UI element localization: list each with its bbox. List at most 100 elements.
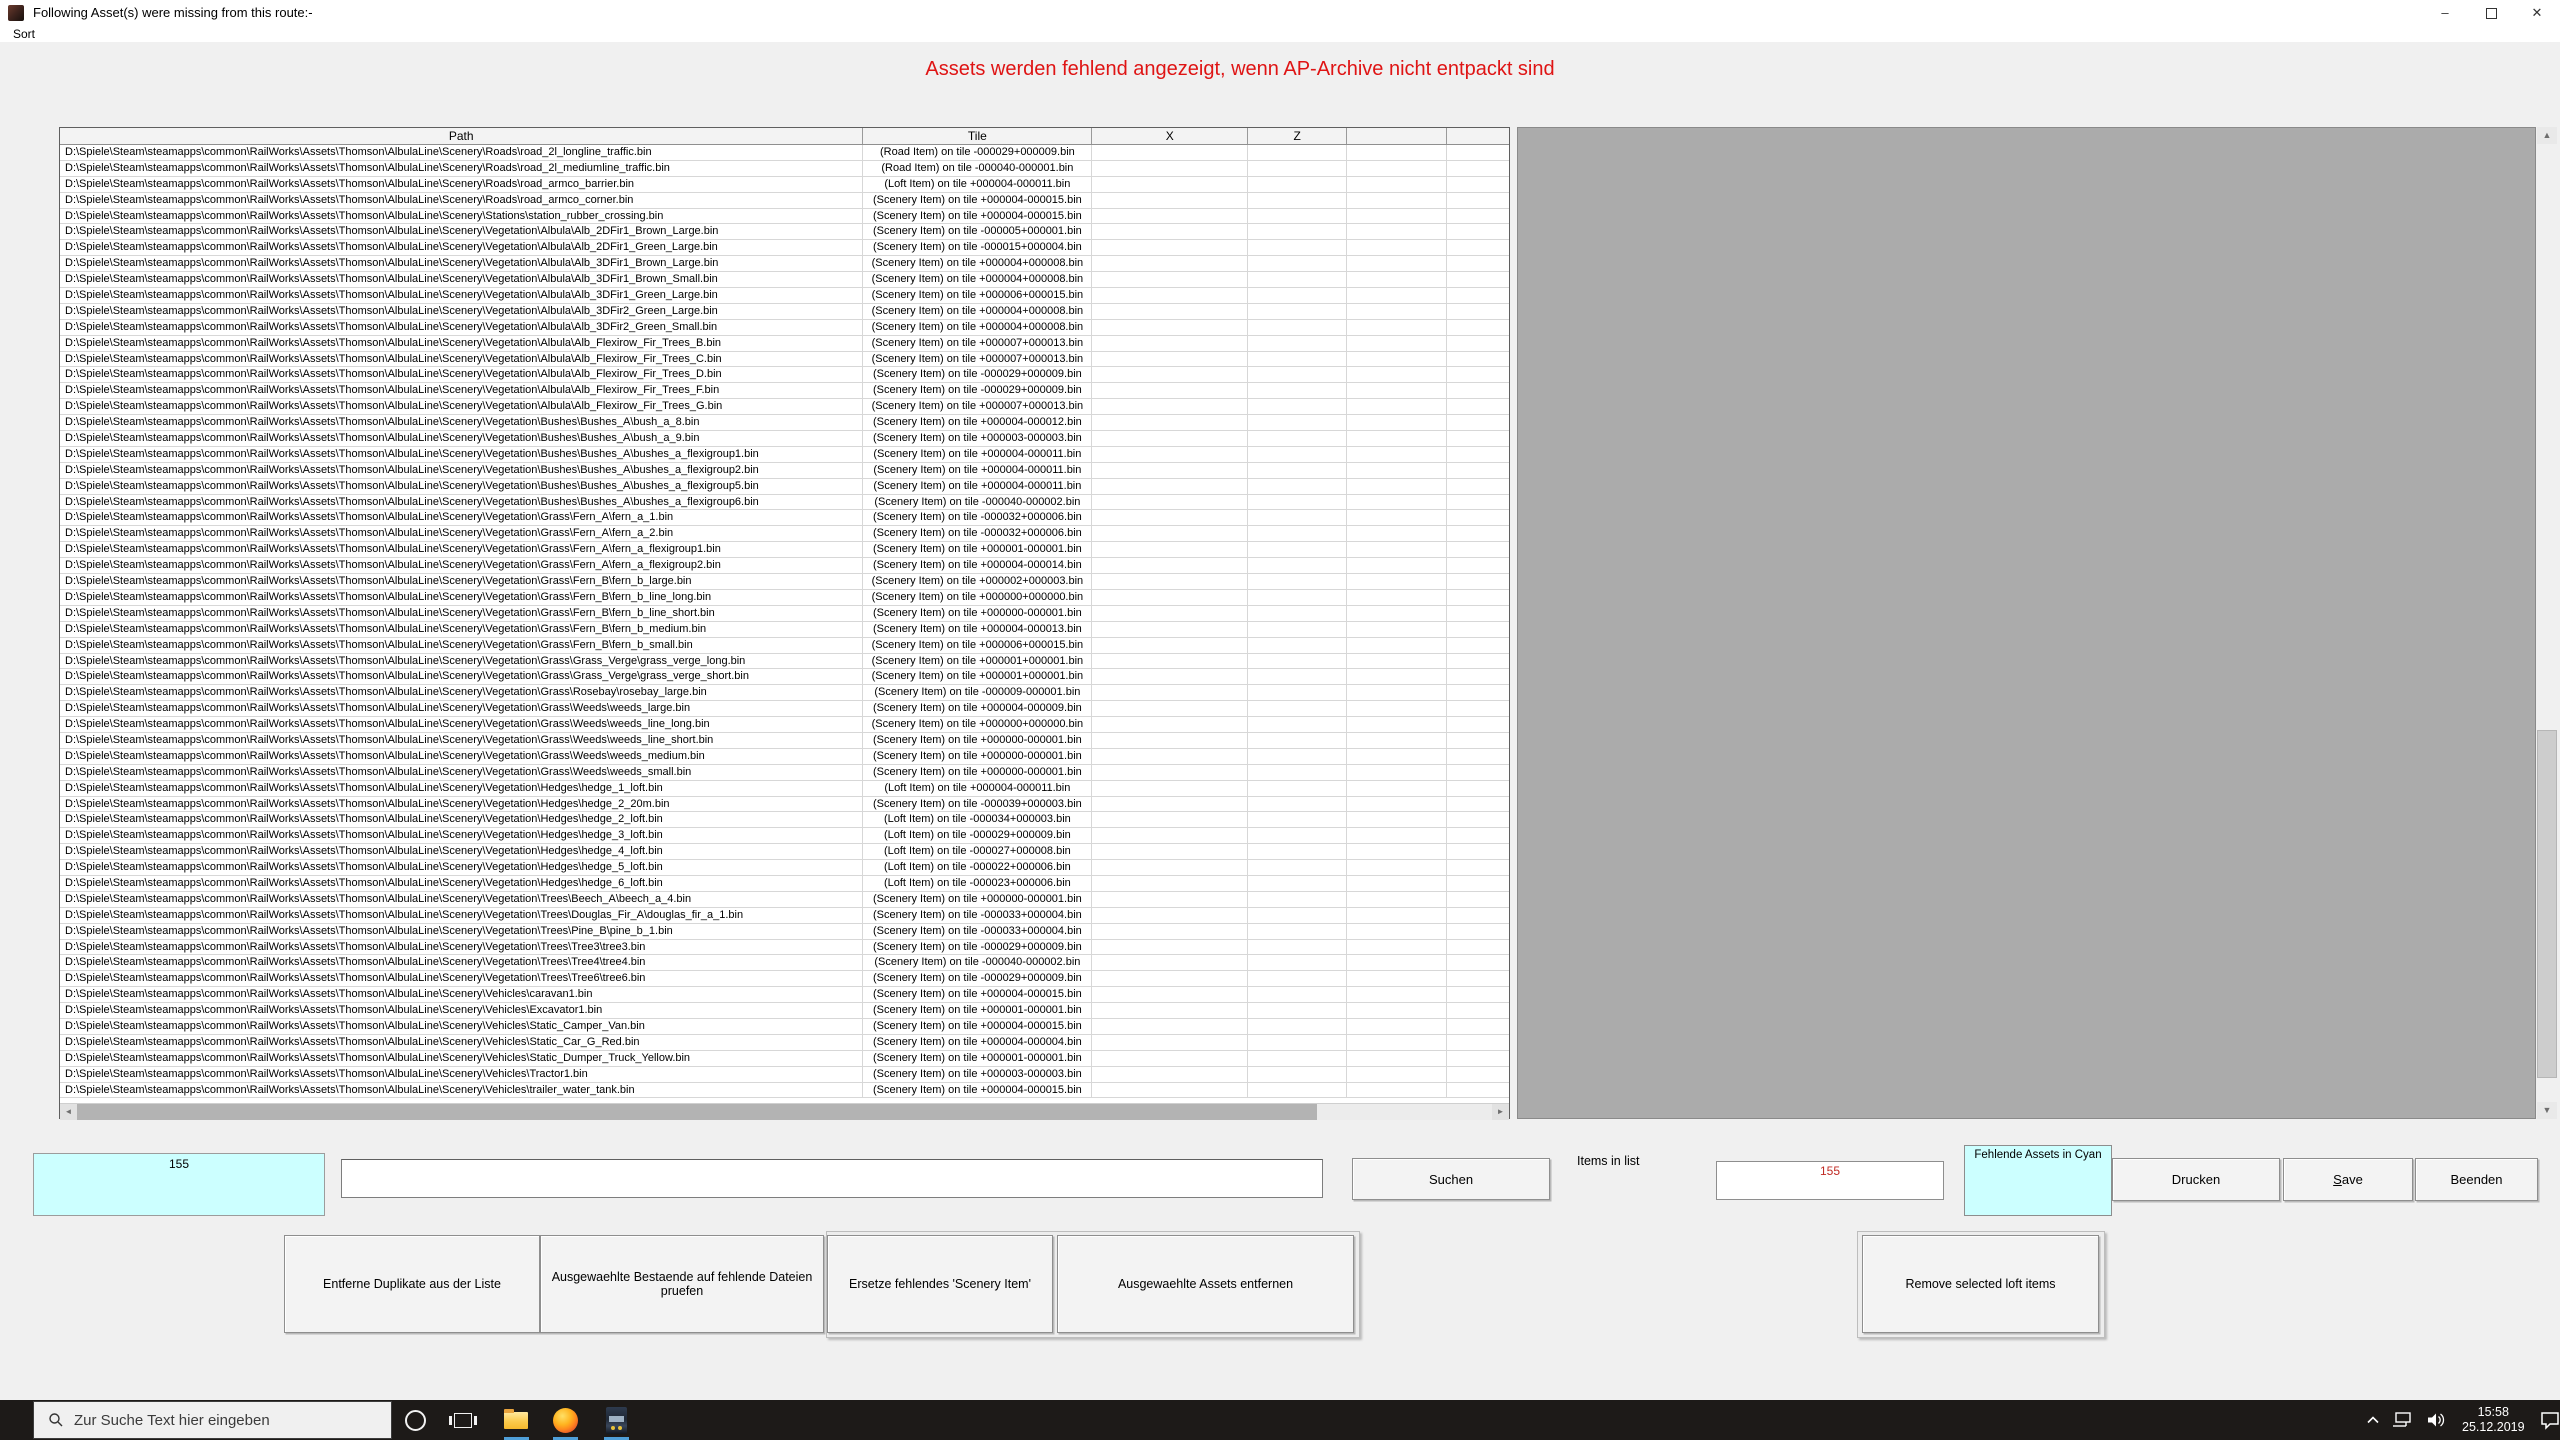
save-button[interactable]: Save (2283, 1158, 2413, 1201)
cell-tile[interactable]: (Loft Item) on tile -000023+000006.bin (863, 876, 1092, 892)
cell-empty[interactable] (1347, 209, 1447, 225)
cell-path[interactable]: D:\Spiele\Steam\steamapps\common\RailWor… (60, 177, 863, 193)
cell-empty[interactable] (1092, 701, 1248, 717)
cell-empty[interactable] (1347, 987, 1447, 1003)
search-button[interactable]: Suchen (1352, 1158, 1550, 1200)
minimize-button[interactable]: – (2422, 0, 2468, 26)
cell-empty[interactable] (1447, 558, 1509, 574)
cell-empty[interactable] (1248, 479, 1347, 495)
volume-button[interactable] (2426, 1411, 2448, 1429)
cell-empty[interactable] (1347, 1051, 1447, 1067)
cell-empty[interactable] (1092, 574, 1248, 590)
cell-path[interactable]: D:\Spiele\Steam\steamapps\common\RailWor… (60, 717, 863, 733)
cell-path[interactable]: D:\Spiele\Steam\steamapps\common\RailWor… (60, 447, 863, 463)
table-row[interactable]: D:\Spiele\Steam\steamapps\common\RailWor… (60, 240, 1509, 256)
cell-empty[interactable] (1092, 510, 1248, 526)
cell-tile[interactable]: (Scenery Item) on tile +000004-000011.bi… (863, 463, 1092, 479)
cell-empty[interactable] (1447, 1067, 1509, 1083)
cell-empty[interactable] (1092, 781, 1248, 797)
cell-empty[interactable] (1447, 161, 1509, 177)
cell-empty[interactable] (1347, 940, 1447, 956)
cell-tile[interactable]: (Scenery Item) on tile +000001+000001.bi… (863, 654, 1092, 670)
cell-path[interactable]: D:\Spiele\Steam\steamapps\common\RailWor… (60, 479, 863, 495)
cell-empty[interactable] (1092, 161, 1248, 177)
cell-empty[interactable] (1248, 431, 1347, 447)
cell-empty[interactable] (1248, 590, 1347, 606)
cell-empty[interactable] (1447, 638, 1509, 654)
cell-empty[interactable] (1347, 320, 1447, 336)
table-row[interactable]: D:\Spiele\Steam\steamapps\common\RailWor… (60, 908, 1509, 924)
cell-empty[interactable] (1248, 209, 1347, 225)
cell-empty[interactable] (1248, 1083, 1347, 1099)
table-row[interactable]: D:\Spiele\Steam\steamapps\common\RailWor… (60, 1083, 1509, 1099)
cell-empty[interactable] (1092, 399, 1248, 415)
vertical-scrollbar[interactable]: ▲ ▼ (2537, 127, 2557, 1119)
cell-empty[interactable] (1447, 1051, 1509, 1067)
table-row[interactable]: D:\Spiele\Steam\steamapps\common\RailWor… (60, 717, 1509, 733)
cell-empty[interactable] (1347, 908, 1447, 924)
cell-empty[interactable] (1248, 781, 1347, 797)
cell-empty[interactable] (1248, 1019, 1347, 1035)
cell-empty[interactable] (1248, 320, 1347, 336)
cell-empty[interactable] (1347, 558, 1447, 574)
cell-path[interactable]: D:\Spiele\Steam\steamapps\common\RailWor… (60, 336, 863, 352)
cell-tile[interactable]: (Scenery Item) on tile +000006+000015.bi… (863, 638, 1092, 654)
cell-empty[interactable] (1347, 542, 1447, 558)
column-header-x[interactable]: X (1092, 128, 1248, 144)
cell-empty[interactable] (1248, 669, 1347, 685)
cell-path[interactable]: D:\Spiele\Steam\steamapps\common\RailWor… (60, 224, 863, 240)
cell-empty[interactable] (1248, 654, 1347, 670)
cell-empty[interactable] (1248, 940, 1347, 956)
table-row[interactable]: D:\Spiele\Steam\steamapps\common\RailWor… (60, 701, 1509, 717)
cell-empty[interactable] (1092, 1003, 1248, 1019)
cell-empty[interactable] (1248, 177, 1347, 193)
cell-tile[interactable]: (Loft Item) on tile -000034+000003.bin (863, 812, 1092, 828)
cell-tile[interactable]: (Scenery Item) on tile +000004+000008.bi… (863, 320, 1092, 336)
cell-empty[interactable] (1092, 749, 1248, 765)
cell-empty[interactable] (1347, 399, 1447, 415)
table-row[interactable]: D:\Spiele\Steam\steamapps\common\RailWor… (60, 510, 1509, 526)
cell-empty[interactable] (1447, 463, 1509, 479)
cell-path[interactable]: D:\Spiele\Steam\steamapps\common\RailWor… (60, 145, 863, 161)
cell-empty[interactable] (1092, 415, 1248, 431)
scroll-up-arrow-icon[interactable]: ▲ (2537, 127, 2557, 144)
quit-button[interactable]: Beenden (2415, 1158, 2538, 1201)
cell-path[interactable]: D:\Spiele\Steam\steamapps\common\RailWor… (60, 367, 863, 383)
cell-tile[interactable]: (Scenery Item) on tile +000004+000008.bi… (863, 256, 1092, 272)
tray-expand-button[interactable] (2366, 1415, 2380, 1425)
cell-empty[interactable] (1347, 1067, 1447, 1083)
table-row[interactable]: D:\Spiele\Steam\steamapps\common\RailWor… (60, 304, 1509, 320)
cell-empty[interactable] (1248, 987, 1347, 1003)
cell-path[interactable]: D:\Spiele\Steam\steamapps\common\RailWor… (60, 638, 863, 654)
cell-tile[interactable]: (Scenery Item) on tile -000015+000004.bi… (863, 240, 1092, 256)
cell-tile[interactable]: (Scenery Item) on tile +000004-000015.bi… (863, 1019, 1092, 1035)
cell-tile[interactable]: (Scenery Item) on tile -000039+000003.bi… (863, 797, 1092, 813)
table-row[interactable]: D:\Spiele\Steam\steamapps\common\RailWor… (60, 177, 1509, 193)
cell-empty[interactable] (1092, 272, 1248, 288)
cell-empty[interactable] (1447, 828, 1509, 844)
cell-empty[interactable] (1248, 908, 1347, 924)
cell-empty[interactable] (1248, 193, 1347, 209)
check-selected-assets-button[interactable]: Ausgewaehlte Bestaende auf fehlende Date… (540, 1235, 824, 1333)
cell-empty[interactable] (1447, 209, 1509, 225)
cell-empty[interactable] (1347, 797, 1447, 813)
cell-empty[interactable] (1092, 224, 1248, 240)
cell-empty[interactable] (1447, 336, 1509, 352)
cell-empty[interactable] (1347, 526, 1447, 542)
cell-tile[interactable]: (Scenery Item) on tile +000004-000015.bi… (863, 209, 1092, 225)
cell-path[interactable]: D:\Spiele\Steam\steamapps\common\RailWor… (60, 193, 863, 209)
replace-scenery-item-button[interactable]: Ersetze fehlendes 'Scenery Item' (827, 1235, 1053, 1333)
cell-empty[interactable] (1092, 844, 1248, 860)
cell-tile[interactable]: (Scenery Item) on tile -000032+000006.bi… (863, 510, 1092, 526)
cell-empty[interactable] (1347, 1035, 1447, 1051)
cell-empty[interactable] (1347, 479, 1447, 495)
taskbar-search-box[interactable]: Zur Suche Text hier eingeben (33, 1401, 392, 1439)
cell-tile[interactable]: (Road Item) on tile -000040-000001.bin (863, 161, 1092, 177)
table-row[interactable]: D:\Spiele\Steam\steamapps\common\RailWor… (60, 606, 1509, 622)
cell-empty[interactable] (1347, 669, 1447, 685)
cell-empty[interactable] (1248, 860, 1347, 876)
cell-path[interactable]: D:\Spiele\Steam\steamapps\common\RailWor… (60, 1035, 863, 1051)
cell-empty[interactable] (1447, 415, 1509, 431)
cell-path[interactable]: D:\Spiele\Steam\steamapps\common\RailWor… (60, 240, 863, 256)
cell-empty[interactable] (1347, 336, 1447, 352)
